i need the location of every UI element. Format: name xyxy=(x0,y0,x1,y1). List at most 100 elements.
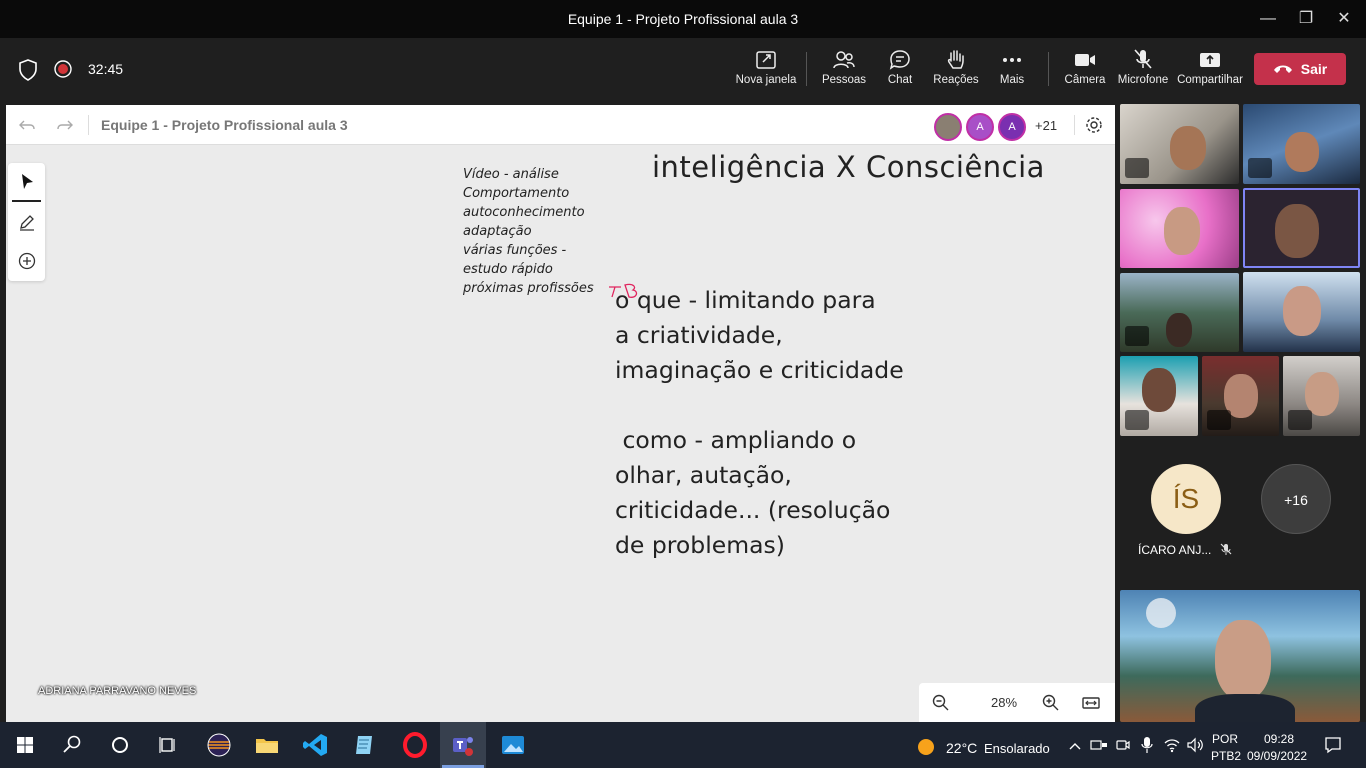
keyboard-layout[interactable]: PTB2 xyxy=(1211,749,1241,763)
zoom-out-icon[interactable] xyxy=(931,693,951,713)
pen-icon[interactable] xyxy=(18,213,36,231)
wifi-icon[interactable] xyxy=(1163,737,1181,753)
note-line: Vídeo - análise xyxy=(463,167,559,182)
weather-temperature[interactable]: 22°C xyxy=(946,740,977,756)
more-icon xyxy=(1003,58,1021,62)
photos-icon[interactable] xyxy=(498,730,528,760)
eclipse-icon[interactable] xyxy=(204,730,234,760)
chat-button[interactable]: Chat xyxy=(869,46,931,86)
clock-time[interactable]: 09:28 xyxy=(1264,732,1294,746)
clock-date[interactable]: 09/09/2022 xyxy=(1247,749,1307,763)
presenter-name: ADRIANA PARRAVANO NEVES xyxy=(38,685,197,697)
note-line: Comportamento xyxy=(463,186,570,201)
task-view-icon[interactable] xyxy=(153,730,183,760)
file-explorer-icon[interactable] xyxy=(252,730,282,760)
video-tile[interactable] xyxy=(1243,104,1360,184)
active-tool-indicator xyxy=(12,200,41,202)
participant-avatar: A xyxy=(966,113,994,141)
fit-to-screen-icon[interactable] xyxy=(1081,693,1101,713)
note-line: autoconhecimento xyxy=(463,205,585,220)
participant-figure xyxy=(1283,286,1321,336)
reactions-label: Reações xyxy=(933,74,979,86)
more-participants-button[interactable]: +16 xyxy=(1261,464,1331,534)
weather-description[interactable]: Ensolarado xyxy=(984,741,1050,756)
handwritten-block-1: o que - limitando para a criatividade, i… xyxy=(615,283,904,388)
microphone-button[interactable]: Microfone xyxy=(1112,46,1174,86)
teams-icon[interactable] xyxy=(448,730,478,760)
people-icon xyxy=(833,51,855,69)
new-window-label: Nova janela xyxy=(735,74,797,86)
camera-in-use-icon[interactable] xyxy=(1115,737,1131,753)
video-tile[interactable] xyxy=(1202,356,1279,436)
minimize-button[interactable]: — xyxy=(1255,6,1281,32)
block-line: imaginação e criticidade xyxy=(615,356,904,384)
mic-muted-icon xyxy=(1125,158,1149,178)
block-line: a criatividade, xyxy=(615,321,783,349)
mic-muted-icon xyxy=(1248,158,1272,178)
participant-shirt xyxy=(1195,694,1295,722)
toolbar-divider xyxy=(1048,52,1049,86)
cortana-icon[interactable] xyxy=(105,730,135,760)
undo-icon[interactable] xyxy=(18,116,36,134)
settings-gear-icon[interactable] xyxy=(1085,116,1103,134)
zoom-controls: 28% xyxy=(919,683,1115,722)
vscode-icon[interactable] xyxy=(301,730,331,760)
whiteboard-stage[interactable]: Equipe 1 - Projeto Profissional aula 3 A… xyxy=(6,105,1115,722)
reactions-button[interactable]: Reações xyxy=(925,46,987,86)
maximize-button[interactable]: ❐ xyxy=(1293,6,1319,32)
note-line: próximas profissões xyxy=(463,281,594,296)
people-button[interactable]: Pessoas xyxy=(813,46,875,86)
new-window-button[interactable]: Nova janela xyxy=(735,46,797,86)
redo-icon[interactable] xyxy=(56,116,74,134)
video-tile-active-speaker[interactable] xyxy=(1243,188,1360,268)
close-window-button[interactable]: ✕ xyxy=(1331,6,1357,32)
mic-muted-icon xyxy=(1134,49,1152,69)
whiteboard-header: Equipe 1 - Projeto Profissional aula 3 A… xyxy=(6,105,1115,145)
notifications-icon[interactable] xyxy=(1324,736,1342,754)
network-adapter-icon[interactable] xyxy=(1090,738,1108,752)
participants-more-count[interactable]: +21 xyxy=(1035,118,1057,133)
participant-figure xyxy=(1170,126,1206,170)
opera-icon[interactable] xyxy=(400,730,430,760)
participant-initials-avatar[interactable]: ÍS xyxy=(1151,464,1221,534)
video-tile[interactable] xyxy=(1120,189,1239,268)
camera-icon xyxy=(1075,54,1095,66)
input-language[interactable]: POR xyxy=(1212,732,1238,746)
volume-icon[interactable] xyxy=(1186,737,1204,753)
video-tile[interactable] xyxy=(1120,104,1239,184)
header-divider xyxy=(1074,115,1075,135)
mic-muted-icon xyxy=(1125,410,1149,430)
participant-figure xyxy=(1215,620,1271,700)
video-tile[interactable] xyxy=(1243,272,1360,352)
video-tile[interactable] xyxy=(1120,273,1239,352)
participant-figure xyxy=(1285,132,1319,172)
leave-button[interactable]: Sair xyxy=(1254,53,1346,85)
self-video-tile[interactable] xyxy=(1120,590,1360,722)
recording-icon xyxy=(54,60,72,78)
handwritten-block-2: como - ampliando o olhar, autação, criti… xyxy=(615,423,890,563)
block-line: de problemas) xyxy=(615,531,785,559)
microphone-in-use-icon[interactable] xyxy=(1140,736,1154,754)
new-window-icon xyxy=(756,51,776,69)
add-icon[interactable] xyxy=(18,252,36,270)
block-line: criticidade... (resolução xyxy=(615,496,891,524)
video-tile[interactable] xyxy=(1120,356,1198,436)
sun-weather-icon[interactable] xyxy=(916,737,936,757)
zoom-in-icon[interactable] xyxy=(1041,693,1061,713)
share-button[interactable]: Compartilhar xyxy=(1177,46,1243,86)
select-pointer-icon[interactable] xyxy=(19,173,35,191)
camera-button[interactable]: Câmera xyxy=(1054,46,1116,86)
notepad-icon[interactable] xyxy=(350,730,380,760)
chat-label: Chat xyxy=(887,74,913,86)
search-icon[interactable] xyxy=(57,730,87,760)
more-button[interactable]: Mais xyxy=(981,46,1043,86)
participant-figure xyxy=(1164,207,1200,255)
video-tile[interactable] xyxy=(1283,356,1360,436)
zoom-level: 28% xyxy=(990,695,1018,710)
note-line: estudo rápido xyxy=(463,262,553,277)
meeting-timer: 32:45 xyxy=(88,61,124,77)
mic-muted-icon xyxy=(1288,410,1312,430)
shield-icon[interactable] xyxy=(18,59,38,81)
chevron-up-icon[interactable] xyxy=(1068,740,1082,752)
windows-start-icon[interactable] xyxy=(10,730,40,760)
